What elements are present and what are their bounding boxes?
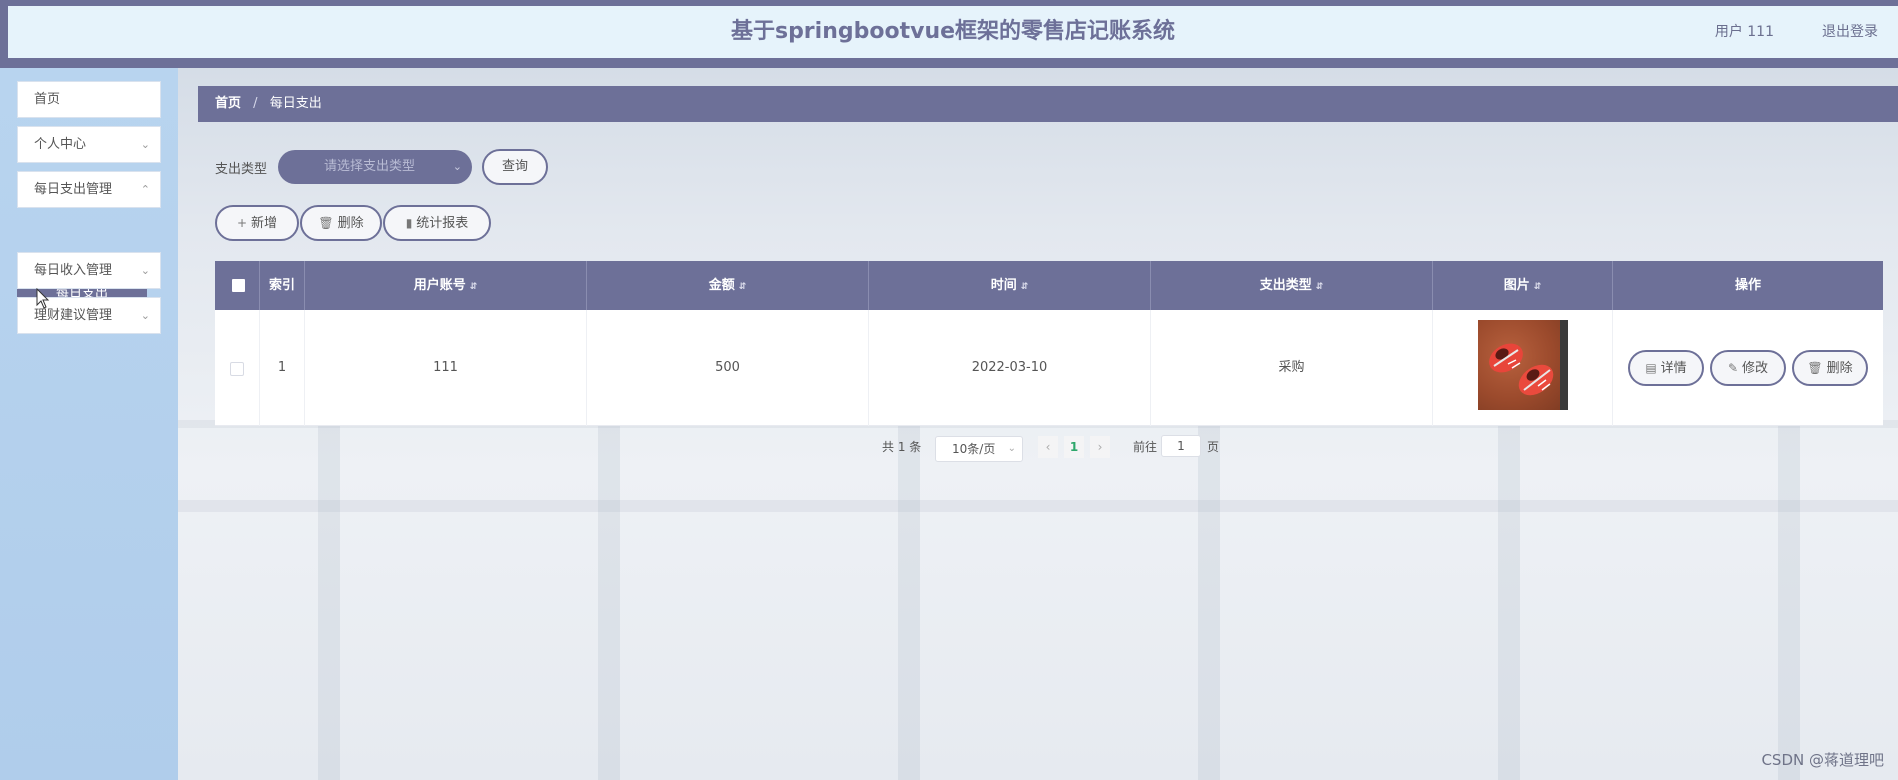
chevron-down-icon: ⌄	[452, 160, 462, 173]
column-label: 操作	[1734, 278, 1761, 293]
edit-button[interactable]: ✎ 修改	[1710, 350, 1786, 386]
sidebar-item-label: 个人中心	[34, 137, 87, 152]
sort-icon[interactable]: ⇵	[470, 282, 478, 292]
table-header: 索引 用户账号 ⇵ 金额 ⇵ 时间 ⇵ 支出类型 ⇵ 图片 ⇵ 操作	[215, 261, 1883, 310]
sidebar-item-label: 每日收入管理	[34, 263, 113, 278]
row-delete-button-label: 删除	[1826, 361, 1853, 376]
search-label: 支出类型	[215, 162, 268, 177]
user-label: 用户 111	[1714, 24, 1774, 40]
column-account[interactable]: 用户账号 ⇵	[305, 261, 587, 310]
edit-button-label: 修改	[1742, 361, 1769, 376]
bar-chart-icon: ▮	[405, 216, 413, 230]
column-label: 支出类型	[1259, 278, 1312, 293]
delete-button[interactable]: 🗑 删除	[300, 205, 382, 241]
column-label: 图片	[1503, 278, 1530, 293]
sidebar: 首页 个人中心 ⌄ 每日支出管理 ⌃ 每日支出 每日收入管理 ⌄ 理财建议管理 …	[0, 68, 178, 780]
expense-type-select[interactable]: 请选择支出类型 ⌄	[278, 150, 472, 184]
row-checkbox[interactable]	[230, 362, 244, 376]
plus-icon: +	[236, 216, 248, 230]
mouse-cursor-icon	[36, 288, 50, 309]
document-icon: ▤	[1645, 361, 1657, 375]
sidebar-item-label: 每日支出管理	[34, 182, 113, 197]
sidebar-item-home[interactable]: 首页	[17, 81, 161, 118]
detail-button[interactable]: ▤ 详情	[1628, 350, 1704, 386]
stats-button-label: 统计报表	[416, 216, 469, 231]
sidebar-item-daily-income[interactable]: 每日收入管理 ⌄	[17, 252, 161, 289]
cell-image	[1433, 310, 1613, 426]
detail-button-label: 详情	[1660, 361, 1687, 376]
column-label: 金额	[708, 278, 735, 293]
select-all-checkbox[interactable]	[232, 279, 245, 292]
goto-label: 前往	[1133, 440, 1158, 454]
page-suffix: 页	[1207, 440, 1220, 454]
query-button[interactable]: 查询	[482, 149, 548, 185]
stats-report-button[interactable]: ▮ 统计报表	[383, 205, 491, 241]
sort-icon[interactable]: ⇵	[1021, 282, 1029, 292]
pagination-total: 共 1 条	[882, 440, 922, 454]
column-label: 用户账号	[413, 278, 466, 293]
cell-amount: 500	[587, 310, 869, 426]
column-label: 时间	[990, 278, 1017, 293]
cell-index: 1	[260, 310, 305, 426]
column-expense-type[interactable]: 支出类型 ⇵	[1151, 261, 1433, 310]
sidebar-item-label: 首页	[34, 92, 61, 107]
breadcrumb: 首页 / 每日支出	[198, 86, 1898, 122]
breadcrumb-home[interactable]: 首页	[215, 96, 241, 111]
cell-account: 111	[305, 310, 587, 426]
chevron-down-icon: ⌄	[140, 309, 150, 322]
expense-image[interactable]	[1478, 320, 1568, 410]
trash-icon: 🗑	[318, 216, 334, 230]
table-row: 1 111 500 2022-03-10 采购 ▤ 详情 ✎ 修改 🗑 删除	[215, 310, 1883, 426]
trash-icon: 🗑	[1807, 361, 1823, 375]
column-label: 索引	[268, 278, 295, 293]
chevron-up-icon: ⌃	[140, 183, 150, 196]
breadcrumb-separator: /	[253, 96, 258, 111]
chevron-down-icon: ⌄	[1007, 443, 1016, 454]
cell-actions: ▤ 详情 ✎ 修改 🗑 删除	[1613, 310, 1883, 426]
add-button-label: 新增	[251, 216, 278, 231]
sort-icon[interactable]: ⇵	[1316, 282, 1324, 292]
select-placeholder: 请选择支出类型	[324, 159, 416, 174]
column-actions: 操作	[1613, 261, 1883, 310]
edit-icon: ✎	[1727, 361, 1739, 375]
cell-time: 2022-03-10	[869, 310, 1151, 426]
watermark: CSDN @蒋道理吧	[1761, 751, 1884, 769]
row-select-cell	[215, 310, 260, 426]
page-size-value: 10条/页	[952, 442, 996, 456]
column-time[interactable]: 时间 ⇵	[869, 261, 1151, 310]
breadcrumb-current: 每日支出	[269, 96, 322, 111]
header: 基于springbootvue框架的零售店记账系统 用户 111 退出登录	[8, 6, 1898, 58]
prev-page-button[interactable]: ‹	[1038, 436, 1058, 458]
add-button[interactable]: + 新增	[215, 205, 299, 241]
page-number[interactable]: 1	[1064, 436, 1084, 458]
cell-expense-type: 采购	[1151, 310, 1433, 426]
row-delete-button[interactable]: 🗑 删除	[1792, 350, 1868, 386]
goto-page-input[interactable]: 1	[1161, 435, 1201, 457]
shoes-image	[1489, 343, 1554, 396]
next-page-button[interactable]: ›	[1090, 436, 1110, 458]
column-amount[interactable]: 金额 ⇵	[587, 261, 869, 310]
sidebar-item-personal-center[interactable]: 个人中心 ⌄	[17, 126, 161, 163]
chevron-down-icon: ⌄	[140, 138, 150, 151]
page-size-select[interactable]: 10条/页 ⌄	[935, 436, 1023, 462]
column-index: 索引	[260, 261, 305, 310]
chevron-down-icon: ⌄	[140, 264, 150, 277]
header-select-all[interactable]	[215, 261, 260, 310]
column-image[interactable]: 图片 ⇵	[1433, 261, 1613, 310]
app-title: 基于springbootvue框架的零售店记账系统	[730, 19, 1176, 44]
sidebar-item-label: 理财建议管理	[34, 308, 113, 323]
sidebar-item-daily-expense[interactable]: 每日支出管理 ⌃	[17, 171, 161, 208]
logout-link[interactable]: 退出登录	[1822, 6, 1878, 58]
delete-button-label: 删除	[337, 216, 364, 231]
sort-icon[interactable]: ⇵	[1534, 282, 1542, 292]
sort-icon[interactable]: ⇵	[739, 282, 747, 292]
